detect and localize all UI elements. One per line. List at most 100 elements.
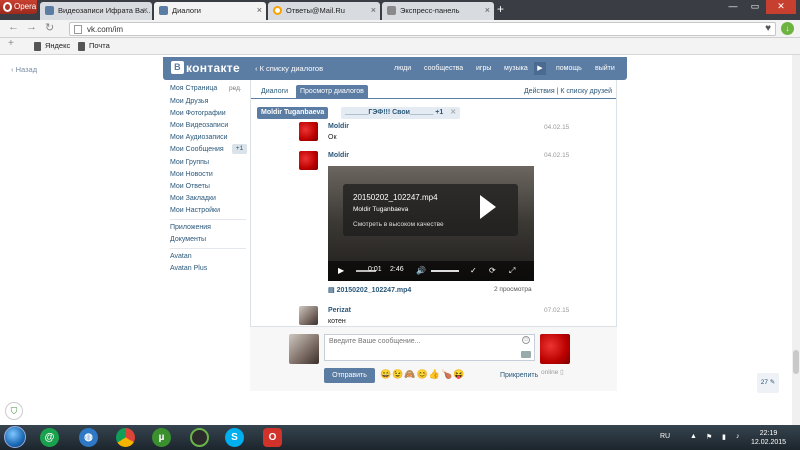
hq-link[interactable]: Смотреть в высоком качестве xyxy=(353,221,444,228)
close-tab-icon[interactable]: × xyxy=(485,2,490,19)
message-input[interactable] xyxy=(324,334,535,361)
check-icon[interactable]: ✓ xyxy=(470,266,477,275)
nav-communities[interactable]: сообщества xyxy=(424,65,463,72)
music-play-icon[interactable]: ▶ xyxy=(534,62,546,75)
nav-games[interactable]: игры xyxy=(476,65,491,72)
avatar[interactable] xyxy=(299,306,318,325)
video-player[interactable]: 20150202_102247.mp4 Moldir Tuganbaeva См… xyxy=(328,166,534,281)
back-arrow-icon[interactable]: ← xyxy=(8,21,19,33)
tab-videos[interactable]: Видеозаписи Ифрата Ва... × xyxy=(40,2,152,20)
close-window-icon[interactable]: ✕ xyxy=(766,0,796,14)
tray-arrow-icon[interactable]: ▲ xyxy=(690,433,697,440)
nav-help[interactable]: помощь xyxy=(556,65,582,72)
utorrent-icon[interactable]: µ xyxy=(152,428,171,447)
back-to-dialogs-link[interactable]: ‹ К списку диалогов xyxy=(255,64,323,73)
avatar[interactable] xyxy=(299,122,318,141)
notifications-button[interactable]: 27 ✎ xyxy=(757,373,779,393)
menu-avatan[interactable]: Avatan xyxy=(170,253,192,260)
emoji-bar[interactable]: 😄😉🙈😊👍🍗😝 xyxy=(380,369,465,380)
menu-my-page[interactable]: Моя Страница xyxy=(170,85,217,92)
edit-link[interactable]: ред. xyxy=(229,85,242,92)
menu-settings[interactable]: Мои Настройки xyxy=(170,207,220,214)
menu-audio[interactable]: Мои Аудиозаписи xyxy=(170,134,228,141)
menu-answers[interactable]: Мои Ответы xyxy=(170,183,210,190)
message-sender[interactable]: Perizat xyxy=(328,307,351,314)
attach-link[interactable]: Прикрепить xyxy=(500,372,538,379)
menu-groups[interactable]: Мои Группы xyxy=(170,159,209,166)
play-small-icon[interactable]: ▶ xyxy=(338,266,344,275)
menu-bookmarks[interactable]: Мои Закладки xyxy=(170,195,216,202)
close-tab-icon[interactable]: × xyxy=(257,2,262,19)
menu-documents[interactable]: Документы xyxy=(170,236,206,243)
message-sender[interactable]: Moldir xyxy=(328,123,349,130)
menu-messages[interactable]: Мои Сообщения xyxy=(170,146,224,153)
menu-news[interactable]: Мои Новости xyxy=(170,171,213,178)
scrollbar-thumb[interactable] xyxy=(793,350,799,374)
new-tab-button[interactable]: + xyxy=(497,2,504,16)
url-input[interactable]: vk.com/im ♥ xyxy=(69,22,776,36)
fullscreen-icon[interactable]: ⤢ xyxy=(509,266,515,276)
skype-icon[interactable]: S xyxy=(225,428,244,447)
opera-menu-button[interactable]: Opera xyxy=(0,0,37,14)
camera-icon[interactable] xyxy=(521,351,531,358)
start-button[interactable] xyxy=(4,426,26,448)
menu-avatan-plus[interactable]: Avatan Plus xyxy=(170,265,207,272)
vk-logo[interactable]: Вконтакте xyxy=(171,61,240,75)
actions-link[interactable]: Действия xyxy=(524,88,555,95)
reload-icon[interactable]: ↻ xyxy=(45,21,54,34)
nav-logout[interactable]: выйти xyxy=(595,65,615,72)
volume-slider[interactable] xyxy=(431,270,459,272)
play-icon[interactable] xyxy=(480,195,496,219)
opera-taskbar-icon[interactable]: O xyxy=(263,428,282,447)
dialog-tab-group[interactable]: ______ГЭФ!!! Свои______ +1 ✕ xyxy=(341,107,461,119)
gaming-icon[interactable] xyxy=(190,428,209,447)
forward-arrow-icon[interactable]: → xyxy=(26,21,37,33)
friends-list-link[interactable]: К списку друзей xyxy=(560,88,612,95)
tab-dialog-view[interactable]: Просмотр диалогов xyxy=(296,85,368,99)
flag-icon[interactable]: ⚑ xyxy=(706,433,712,441)
menu-photos[interactable]: Мои Фотографии xyxy=(170,110,226,117)
close-tab-icon[interactable]: × xyxy=(371,2,376,19)
bookmark-heart-icon[interactable]: ♥ xyxy=(765,23,771,34)
network-icon[interactable]: ▮ xyxy=(722,433,726,441)
bookmark-yandex[interactable]: Яндекс xyxy=(34,41,71,51)
minimize-icon[interactable]: — xyxy=(722,0,744,14)
dialog-tab-moldir[interactable]: Moldir Tuganbaeva xyxy=(257,107,329,119)
video-author[interactable]: Moldir Tuganbaeva xyxy=(353,206,408,213)
nav-music[interactable]: музыка xyxy=(504,65,528,72)
language-indicator[interactable]: RU xyxy=(660,433,670,440)
volume-icon[interactable]: 🔊 xyxy=(416,266,426,275)
my-avatar[interactable] xyxy=(289,334,319,364)
back-link[interactable]: ‹ Назад xyxy=(11,65,37,74)
add-bookmark-icon[interactable]: + xyxy=(8,38,14,49)
menu-apps[interactable]: Приложения xyxy=(170,224,211,231)
tab-answers[interactable]: Ответы@Mail.Ru × xyxy=(268,2,380,20)
speaker-icon[interactable]: ♪ xyxy=(736,433,740,440)
video-file-name: 20150202_102247.mp4 xyxy=(336,287,412,294)
close-tab-icon[interactable]: × xyxy=(143,2,148,19)
clock[interactable]: 22:19 12.02.2015 xyxy=(751,429,786,447)
maximize-icon[interactable]: ▭ xyxy=(744,0,766,14)
chrome-icon[interactable] xyxy=(116,428,135,447)
globe-icon[interactable]: ◍ xyxy=(79,428,98,447)
bookmark-mail[interactable]: Почта xyxy=(78,41,110,51)
tab-speed-dial[interactable]: Экспресс-панель × xyxy=(382,2,494,20)
message-sender[interactable]: Moldir xyxy=(328,152,349,159)
loop-icon[interactable]: ⟳ xyxy=(489,266,496,275)
smile-icon[interactable]: ☺ xyxy=(522,336,530,344)
send-button[interactable]: Отправить xyxy=(324,368,375,383)
tab-dialogs-view[interactable]: Диалоги xyxy=(257,85,292,99)
tab-dialogs[interactable]: Диалоги × xyxy=(154,2,266,20)
mail-agent-icon[interactable]: @ xyxy=(40,428,59,447)
partner-avatar[interactable] xyxy=(540,334,570,364)
close-dialog-tab-icon[interactable]: ✕ xyxy=(450,109,456,116)
menu-friends[interactable]: Мои Друзья xyxy=(170,98,208,105)
menu-videos[interactable]: Мои Видеозаписи xyxy=(170,122,228,129)
nav-people[interactable]: люди xyxy=(394,65,411,72)
bookmark-label: Яндекс xyxy=(45,41,71,50)
adguard-shield-icon[interactable]: ⛉ xyxy=(5,402,23,420)
avatar[interactable] xyxy=(299,151,318,170)
download-icon[interactable]: ↓ xyxy=(781,22,794,35)
video-title[interactable]: 20150202_102247.mp4 xyxy=(353,193,438,202)
video-file-link[interactable]: ▤ 20150202_102247.mp4 xyxy=(328,286,411,294)
